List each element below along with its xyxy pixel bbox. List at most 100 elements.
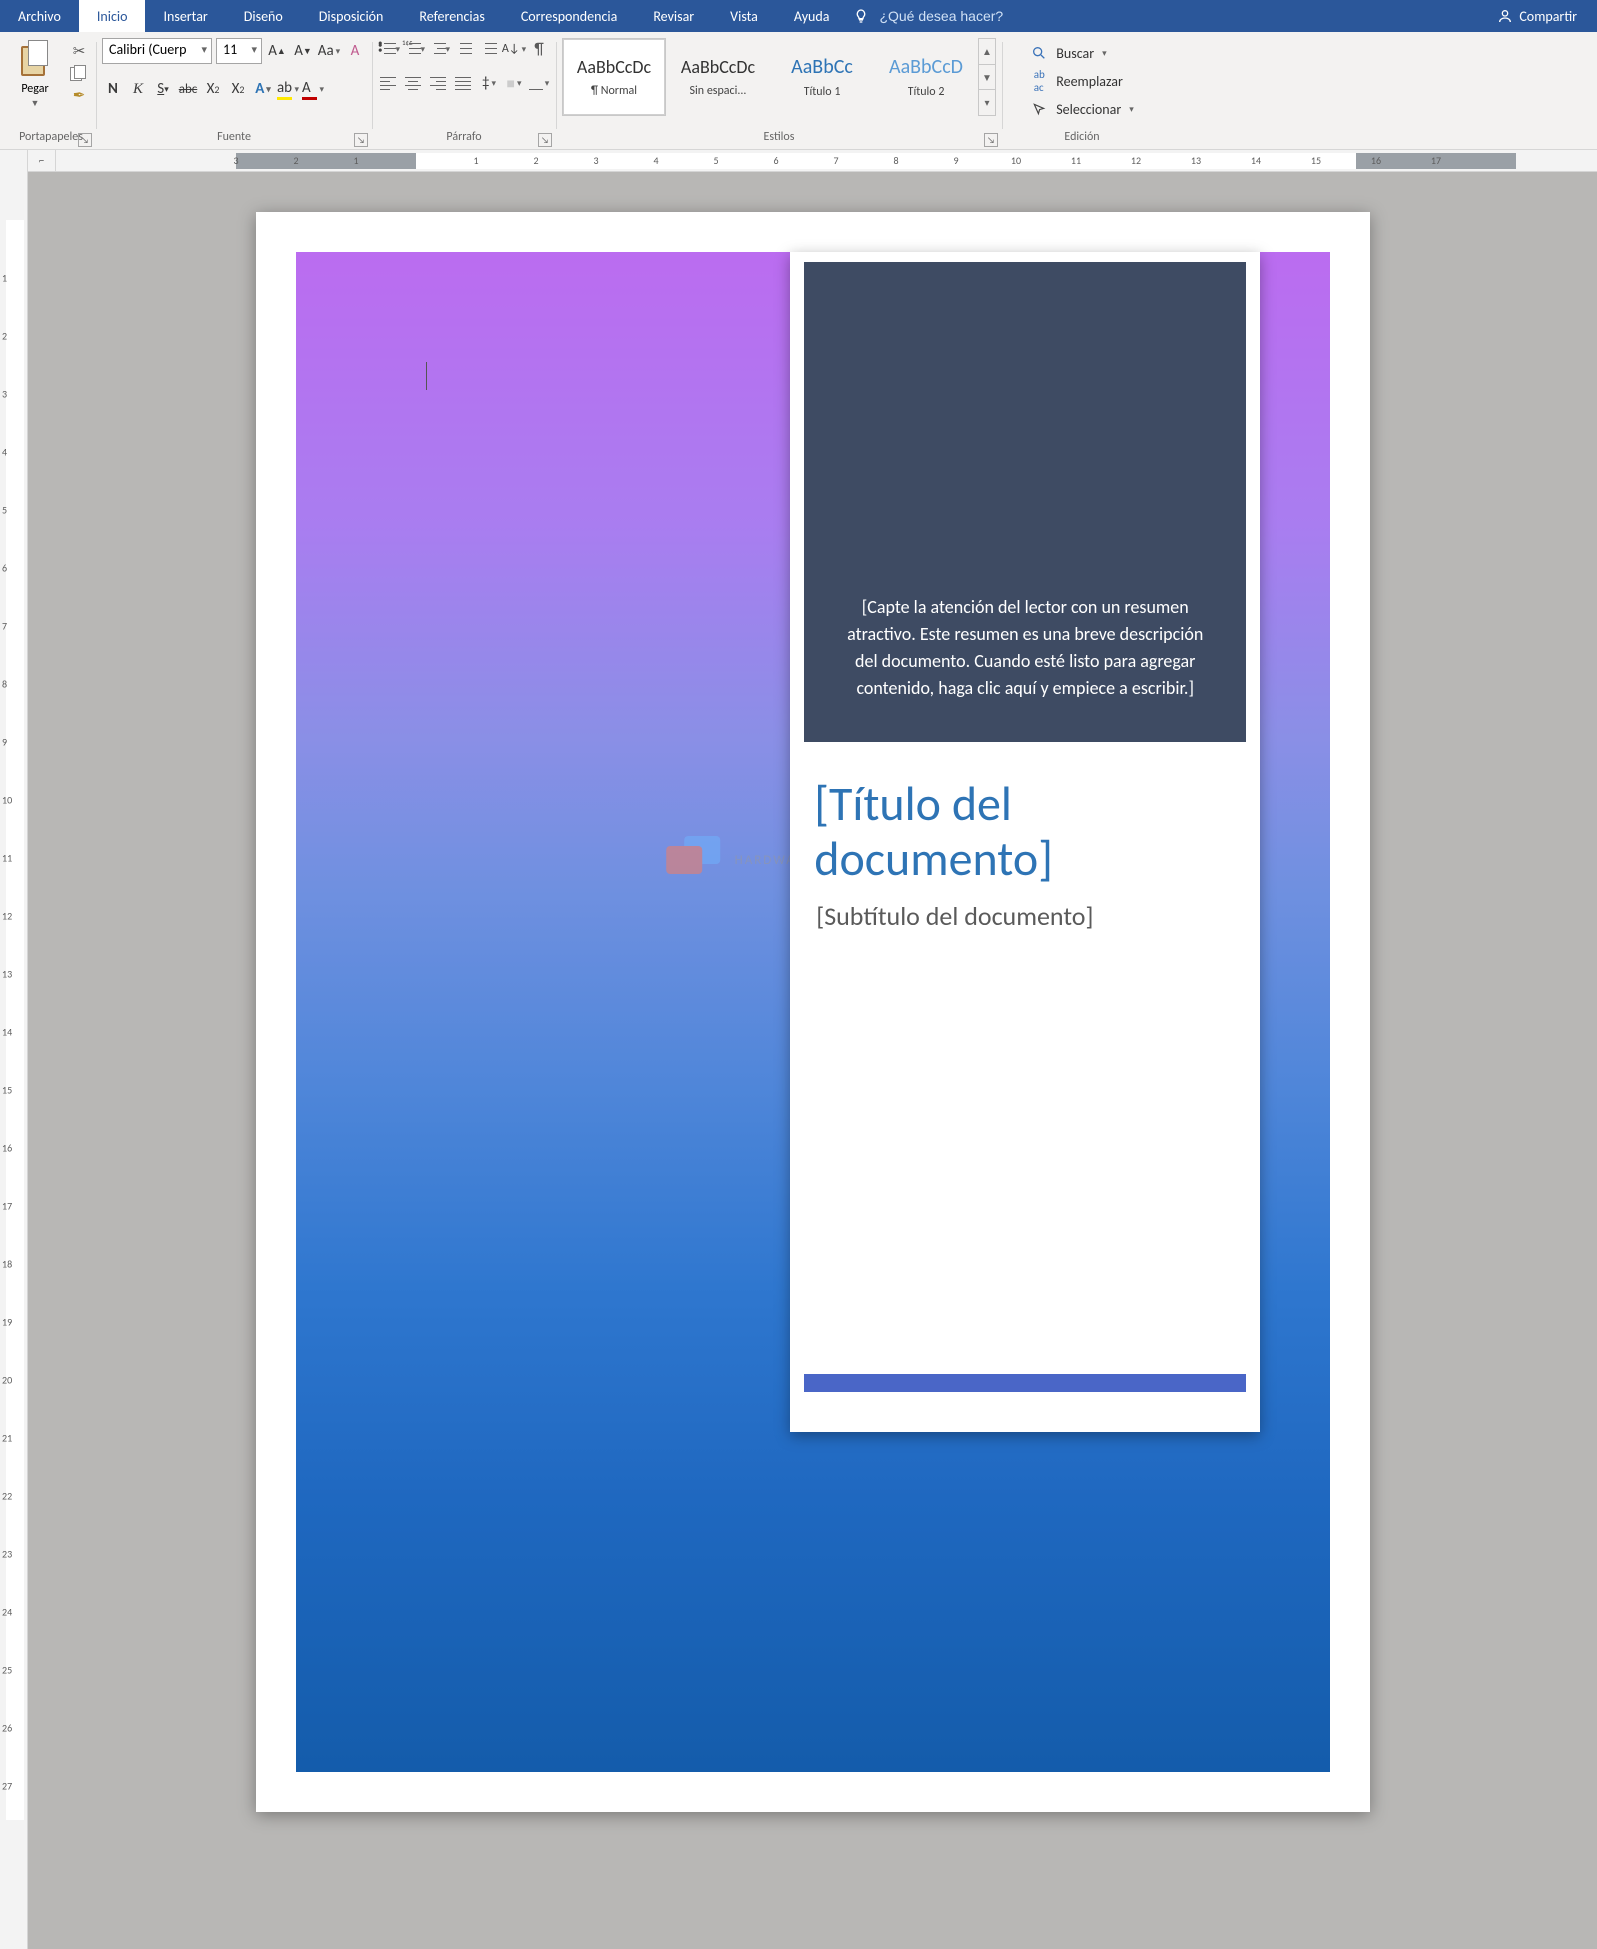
ruler-tick: 1: [353, 154, 358, 167]
select-label: Seleccionar: [1056, 101, 1121, 118]
shrink-font-button[interactable]: A▼: [292, 40, 314, 62]
menu-tab-disposicion[interactable]: Disposición: [301, 0, 402, 32]
paste-button[interactable]: Pegar ▼: [12, 38, 58, 111]
tab-selector[interactable]: ⌐: [28, 150, 56, 171]
cover-accent-bar: [804, 1374, 1246, 1392]
font-size-combo[interactable]: 11: [216, 38, 262, 64]
align-left-button[interactable]: [378, 72, 400, 94]
grow-font-button[interactable]: A▲: [266, 40, 288, 62]
document-stage: 1234567891011121314151617181920212223242…: [0, 150, 1597, 1949]
vruler-tick: 8: [2, 678, 7, 691]
vruler-tick: 27: [2, 1780, 12, 1793]
font-name-combo[interactable]: Calibri (Cuerp: [102, 38, 212, 64]
subscript-button[interactable]: X2: [202, 78, 224, 100]
underline-button[interactable]: S▾: [152, 78, 174, 100]
strikethrough-button[interactable]: abc: [177, 78, 199, 100]
copy-button[interactable]: [68, 64, 90, 82]
font-color-button[interactable]: A: [302, 78, 324, 100]
cover-subtitle[interactable]: [Subtítulo del documento]: [816, 900, 1234, 932]
document-canvas[interactable]: HARDWARESFERA [Capte la atención del lec…: [28, 172, 1597, 1949]
ruler-tick: 13: [1191, 154, 1201, 167]
vruler-tick: 26: [2, 1722, 12, 1735]
borders-button[interactable]: [528, 72, 550, 94]
styles-launcher[interactable]: ↘: [984, 133, 998, 147]
cover-summary-box[interactable]: [Capte la atención del lector con un res…: [804, 262, 1246, 742]
style-sample: AaBbCc: [791, 55, 853, 79]
styles-expand-button[interactable]: ▾: [979, 90, 995, 115]
show-marks-button[interactable]: ¶: [528, 38, 550, 60]
cover-summary-text[interactable]: [Capte la atención del lector con un res…: [834, 594, 1216, 702]
multilevel-button[interactable]: [428, 38, 450, 60]
sort-button[interactable]: A↓: [503, 38, 525, 60]
menu-tab-diseno[interactable]: Diseño: [226, 0, 301, 32]
tellme-input[interactable]: [879, 8, 1039, 24]
horizontal-ruler[interactable]: 3211234567891011121314151617: [56, 150, 1597, 171]
find-button[interactable]: Buscar ▾: [1030, 40, 1134, 66]
tellme-lightbulb-icon: [847, 0, 875, 32]
increase-indent-button[interactable]: [478, 38, 500, 60]
align-left-icon: [380, 76, 398, 90]
ruler-tick: 7: [833, 154, 838, 167]
menu-tab-referencias[interactable]: Referencias: [401, 0, 502, 32]
change-case-button[interactable]: Aa: [318, 40, 340, 62]
style-nospacing[interactable]: AaBbCcDc Sin espaci...: [666, 38, 770, 116]
clear-formatting-button[interactable]: A: [344, 40, 366, 62]
ruler-tick: 16: [1371, 154, 1381, 167]
group-clipboard: Pegar ▼ Portapapeles ↘: [6, 36, 96, 149]
select-button[interactable]: Seleccionar ▾: [1030, 96, 1134, 122]
text-effects-button[interactable]: A: [252, 78, 274, 100]
replace-button[interactable]: abac Reemplazar: [1030, 68, 1134, 94]
vruler-tick: 4: [2, 446, 7, 459]
share-button[interactable]: Compartir: [1477, 0, 1597, 32]
cut-button[interactable]: [68, 42, 90, 60]
italic-button[interactable]: K: [127, 78, 149, 100]
vruler-tick: 11: [2, 852, 12, 865]
ribbon: Pegar ▼ Portapapeles ↘ Calibri (Cuerp 11…: [0, 32, 1597, 150]
format-painter-button[interactable]: [68, 86, 90, 104]
vertical-ruler[interactable]: 1234567891011121314151617181920212223242…: [0, 150, 28, 1949]
menu-tab-insertar[interactable]: Insertar: [145, 0, 225, 32]
align-right-button[interactable]: [428, 72, 450, 94]
group-editing: Buscar ▾ abac Reemplazar Seleccionar ▾ E…: [1002, 36, 1162, 149]
style-normal[interactable]: AaBbCcDc ¶ Normal: [562, 38, 666, 116]
cover-title[interactable]: [Título del documento]: [814, 776, 1236, 886]
vruler-tick: 13: [2, 968, 12, 981]
shading-button[interactable]: [503, 72, 525, 94]
ruler-tick: 2: [533, 154, 538, 167]
styles-up-button[interactable]: ▲: [979, 39, 995, 65]
style-heading1[interactable]: AaBbCc Título 1: [770, 38, 874, 116]
find-label: Buscar: [1056, 45, 1094, 62]
tellme-field[interactable]: [875, 0, 1057, 32]
justify-button[interactable]: [453, 72, 475, 94]
highlight-button[interactable]: ab: [277, 78, 299, 100]
menu-tab-vista[interactable]: Vista: [712, 0, 776, 32]
bullets-button[interactable]: [378, 38, 400, 60]
menu-tab-revisar[interactable]: Revisar: [635, 0, 712, 32]
font-launcher[interactable]: ↘: [354, 133, 368, 147]
numbering-button[interactable]: [403, 38, 425, 60]
paste-label: Pegar: [21, 82, 48, 96]
numbering-icon: [403, 41, 418, 57]
style-heading2[interactable]: AaBbCcD Título 2: [874, 38, 978, 116]
border-icon: [529, 76, 543, 90]
watermark-icon: [667, 836, 727, 884]
indent-icon: [479, 41, 499, 57]
menu-tab-inicio[interactable]: Inicio: [79, 0, 146, 32]
align-center-button[interactable]: [403, 72, 425, 94]
ruler-tick: 9: [953, 154, 958, 167]
paragraph-launcher[interactable]: ↘: [538, 133, 552, 147]
bold-button[interactable]: N: [102, 78, 124, 100]
styles-down-button[interactable]: ▼: [979, 65, 995, 91]
menu-tab-ayuda[interactable]: Ayuda: [776, 0, 848, 32]
menu-tab-archivo[interactable]: Archivo: [0, 0, 79, 32]
superscript-button[interactable]: X2: [227, 78, 249, 100]
menu-tab-correspondencia[interactable]: Correspondencia: [503, 0, 635, 32]
clipboard-launcher[interactable]: ↘: [78, 133, 92, 147]
line-spacing-button[interactable]: ‡: [478, 72, 500, 94]
page[interactable]: HARDWARESFERA [Capte la atención del lec…: [256, 212, 1370, 1812]
style-name: Título 2: [908, 85, 945, 99]
cover-card[interactable]: [Capte la atención del lector con un res…: [790, 252, 1260, 1432]
multilevel-icon: [428, 41, 443, 57]
decrease-indent-button[interactable]: [453, 38, 475, 60]
vruler-tick: 10: [2, 794, 12, 807]
